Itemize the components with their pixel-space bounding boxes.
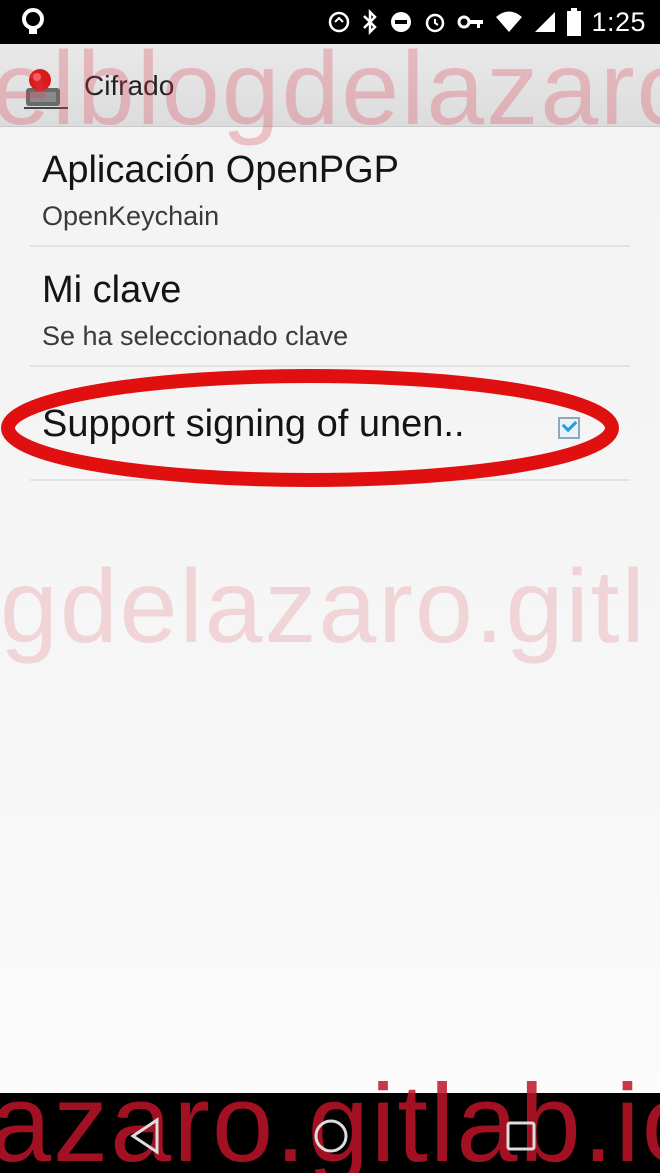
action-bar: Cifrado xyxy=(0,44,660,127)
pref-openpgp-app[interactable]: Aplicación OpenPGP OpenKeychain xyxy=(30,127,630,247)
support-signing-checkbox[interactable] xyxy=(558,416,580,439)
signal-icon xyxy=(533,10,557,34)
pref-summary: Se ha seleccionado clave xyxy=(42,321,349,351)
status-icons: 1:25 xyxy=(327,4,646,40)
recents-icon[interactable] xyxy=(496,1111,546,1161)
status-clock: 1:25 xyxy=(591,6,646,37)
bluetooth-icon xyxy=(361,9,379,35)
alarm-icon xyxy=(423,10,447,34)
pref-title: Support signing of unen.. xyxy=(42,403,465,445)
screen: 1:25 Cifrado Aplicación OpenPGP OpenKeyc… xyxy=(0,0,660,1173)
action-bar-title: Cifrado xyxy=(84,70,175,101)
do-not-disturb-icon xyxy=(389,10,413,34)
pref-title: Aplicación OpenPGP xyxy=(42,149,399,191)
status-bar: 1:25 xyxy=(0,0,660,44)
pref-my-key[interactable]: Mi clave Se ha seleccionado clave xyxy=(30,247,630,367)
navigation-bar xyxy=(0,1093,660,1173)
wifi-icon xyxy=(495,10,523,34)
pref-support-signing[interactable]: Support signing of unen.. xyxy=(30,367,630,481)
preferences-list: Aplicación OpenPGP OpenKeychain Mi clave… xyxy=(0,127,660,1093)
app-icon[interactable] xyxy=(22,66,70,110)
home-icon[interactable] xyxy=(306,1111,356,1161)
check-icon xyxy=(561,416,578,433)
sync-notification-icon xyxy=(18,6,48,36)
pref-title: Mi clave xyxy=(42,269,182,311)
pref-summary: OpenKeychain xyxy=(42,201,220,231)
sync-icon xyxy=(327,10,351,34)
back-icon[interactable] xyxy=(120,1111,170,1161)
vpn-key-icon xyxy=(457,12,485,32)
battery-icon xyxy=(567,8,582,36)
